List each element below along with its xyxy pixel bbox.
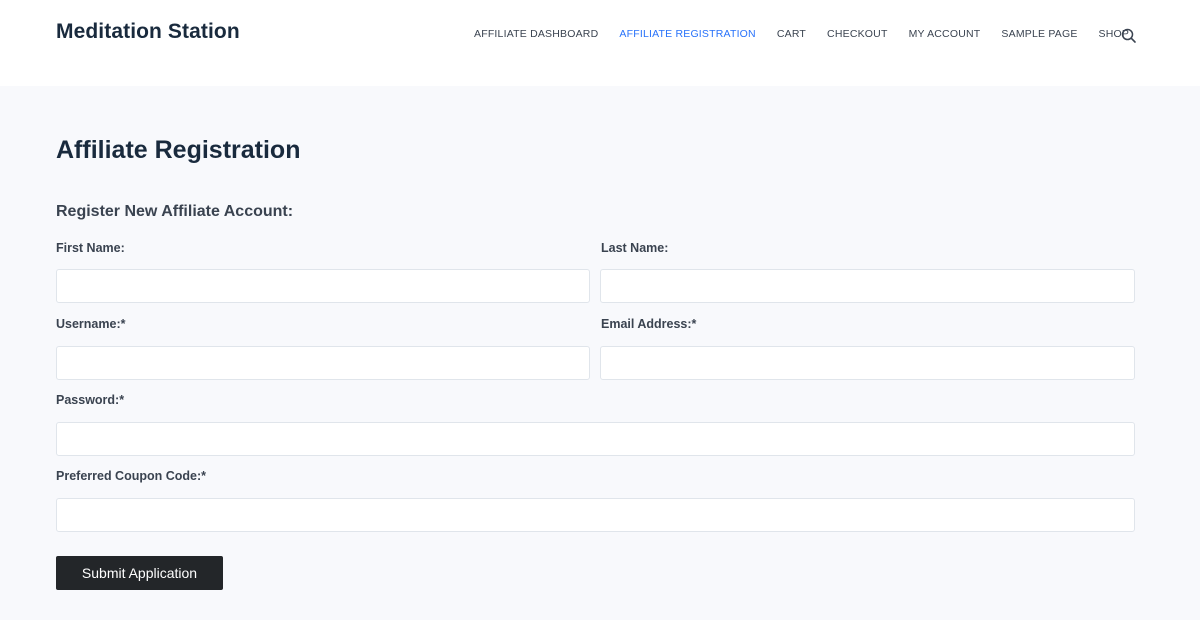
nav-item-sample-page[interactable]: SAMPLE PAGE <box>1001 28 1077 40</box>
main-nav: AFFILIATE DASHBOARD AFFILIATE REGISTRATI… <box>474 28 1150 40</box>
page-title: Affiliate Registration <box>56 136 301 164</box>
username-field[interactable] <box>56 346 590 380</box>
last-name-label: Last Name: <box>601 241 669 255</box>
main-content: Affiliate Registration Register New Affi… <box>0 86 1200 620</box>
password-label: Password:* <box>56 393 125 407</box>
email-field[interactable] <box>600 346 1135 380</box>
last-name-field[interactable] <box>600 269 1135 303</box>
password-field[interactable] <box>56 422 1135 456</box>
nav-item-affiliate-dashboard[interactable]: AFFILIATE DASHBOARD <box>474 28 598 40</box>
username-label: Username:* <box>56 317 126 331</box>
nav-item-my-account[interactable]: MY ACCOUNT <box>909 28 981 40</box>
coupon-code-field[interactable] <box>56 498 1135 532</box>
nav-item-affiliate-registration[interactable]: AFFILIATE REGISTRATION <box>619 28 755 40</box>
site-title[interactable]: Meditation Station <box>56 20 240 44</box>
first-name-field[interactable] <box>56 269 590 303</box>
search-icon[interactable] <box>1120 27 1138 45</box>
nav-item-cart[interactable]: CART <box>777 28 806 40</box>
coupon-code-label: Preferred Coupon Code:* <box>56 469 207 483</box>
nav-item-checkout[interactable]: CHECKOUT <box>827 28 888 40</box>
form-heading: Register New Affiliate Account: <box>56 203 294 220</box>
site-header: Meditation Station AFFILIATE DASHBOARD A… <box>0 0 1200 86</box>
submit-application-button[interactable]: Submit Application <box>56 556 223 590</box>
first-name-label: First Name: <box>56 241 125 255</box>
email-label: Email Address:* <box>601 317 697 331</box>
